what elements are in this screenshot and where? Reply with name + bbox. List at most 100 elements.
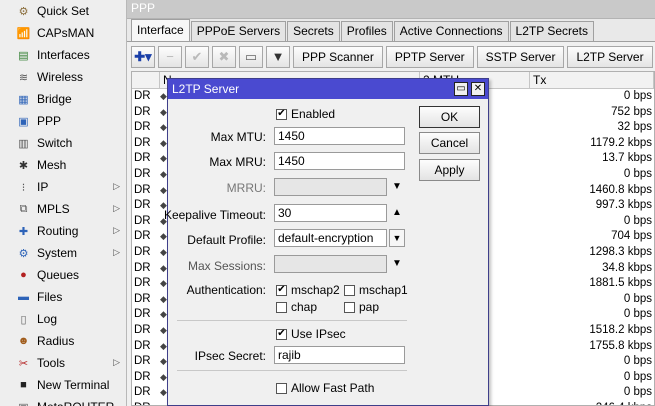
wireless-icon: ≋ [18,71,29,84]
sidebar-item-system[interactable]: ⚙ System ▷ [0,242,126,264]
pptp-server-button[interactable]: PPTP Server [385,45,474,68]
sidebar-item-label: Log [37,312,58,326]
ppp-scanner-button[interactable]: PPP Scanner [293,45,383,68]
enabled-label: Enabled [291,107,336,121]
allow-fast-path-checkbox[interactable]: Allow Fast Path [276,381,374,395]
enabled-checkbox[interactable]: ✔ Enabled [276,107,335,121]
allow-fast-path-label: Allow Fast Path [291,381,375,395]
tab-interface[interactable]: Interface [131,19,190,41]
max-sessions-dropdown-icon[interactable]: ▼ [392,258,402,269]
mrru-dropdown-icon[interactable]: ▼ [392,181,402,192]
interfaces-icon: ▤ [18,49,29,62]
tab-profiles[interactable]: Profiles [340,21,393,41]
keepalive-collapse-icon[interactable]: ▲ [392,207,402,218]
mrru-field[interactable] [274,178,387,196]
row-tx: 0 bps [623,292,652,305]
row-tx: 32 bps [617,121,652,134]
ipsec-secret-field[interactable]: rajib [274,346,405,364]
sidebar-item-metarouter[interactable]: ▣ MetaROUTER [0,396,126,406]
sidebar-item-label: Bridge [37,92,72,106]
sidebar-item-tools[interactable]: ✂ Tools ▷ [0,352,126,374]
close-icon[interactable]: ✕ [471,82,485,96]
chap-check-box [276,301,287,313]
sidebar-menu: ⚙ Quick Set 📶 CAPsMAN ▤ Interfaces ≋ Wireless ▦ B… [0,0,127,406]
submenu-arrow-icon: ▷ [113,247,120,257]
mschap1-checkbox[interactable]: mschap1 [344,283,408,297]
tx-column-header[interactable]: Tx [530,72,654,88]
comment-button[interactable]: ▭ [239,45,263,68]
sidebar-item-label: IP [37,180,49,194]
system-icon: ⚙ [18,247,29,260]
max-mtu-label: Max MTU: [210,130,266,144]
sidebar-item-switch[interactable]: ▥ Switch [0,132,126,154]
sidebar-item-ppp[interactable]: ▣ PPP [0,110,126,132]
sidebar-item-quick-set[interactable]: ⚙ Quick Set [0,0,126,22]
sidebar-item-label: Quick Set [37,4,90,18]
mrru-label: MRRU: [226,181,266,195]
sidebar-item-files[interactable]: ▬ Files [0,286,126,308]
sidebar-item-label: Radius [37,334,75,348]
row-flag: DR [134,292,151,305]
row-flag: DR [134,308,151,321]
chap-label: chap [291,300,318,314]
apply-button[interactable]: Apply [419,159,480,181]
keepalive-timeout-field[interactable]: 30 [274,204,387,222]
ppp-icon: ▣ [18,115,29,128]
sidebar-item-mpls[interactable]: ⧉ MPLS ▷ [0,198,126,220]
default-profile-dropdown-icon[interactable]: ▼ [389,229,405,247]
row-tx: 1518.2 kbps [589,323,652,336]
sidebar-item-ip[interactable]: ⁝ IP ▷ [0,176,126,198]
cancel-button[interactable]: Cancel [419,132,480,154]
sidebar-item-label: CAPsMAN [37,26,95,40]
ip-icon: ⁝ [21,181,26,194]
sidebar-item-radius[interactable]: ☻ Radius [0,330,126,352]
tab-active-connections[interactable]: Active Connections [393,21,509,41]
terminal-icon: ■ [20,379,27,391]
use-ipsec-check-box: ✔ [276,328,287,340]
mschap1-check-box [344,284,355,296]
max-mru-field[interactable]: 1450 [274,152,405,170]
max-mtu-field[interactable]: 1450 [274,127,405,145]
add-button[interactable]: ✚▾ [131,45,155,68]
dialog-title: L2TP Server [172,82,240,96]
l2tp-server-button[interactable]: L2TP Server [567,45,653,68]
row-tx: 1179.2 kbps [590,136,652,149]
quick-set-icon: ⚙ [18,5,29,18]
ok-button[interactable]: OK [419,106,480,128]
use-ipsec-checkbox[interactable]: ✔ Use IPsec [276,327,346,341]
mschap1-label: mschap1 [359,283,408,297]
capsman-icon: 📶 [16,27,31,40]
disable-button[interactable]: ✖ [212,45,236,68]
tab-pppoe-servers[interactable]: PPPoE Servers [190,21,287,41]
sidebar-item-queues[interactable]: ● Queues [0,264,126,286]
dialog-titlebar[interactable]: L2TP Server ▭ ✕ [168,79,488,99]
sidebar-item-wireless[interactable]: ≋ Wireless [0,66,126,88]
sidebar-item-new-terminal[interactable]: ■ New Terminal [0,374,126,396]
remove-button[interactable]: − [158,45,182,68]
default-profile-select[interactable]: default-encryption [274,229,387,247]
tab-l2tp-secrets[interactable]: L2TP Secrets [509,21,594,41]
sidebar-item-mesh[interactable]: ✱ Mesh [0,154,126,176]
chap-checkbox[interactable]: chap [276,300,317,314]
row-tx: 1881.5 kbps [589,277,652,290]
sidebar-item-log[interactable]: ▯ Log [0,308,126,330]
row-flag: DR [134,214,151,227]
enable-button[interactable]: ✔ [185,45,209,68]
pap-checkbox[interactable]: pap [344,300,379,314]
sidebar-item-routing[interactable]: ✚ Routing ▷ [0,220,126,242]
sidebar-item-capsman[interactable]: 📶 CAPsMAN [0,22,126,44]
sidebar-item-label: Routing [37,224,79,238]
max-sessions-field[interactable] [274,255,387,273]
mschap2-checkbox[interactable]: ✔ mschap2 [276,283,340,297]
switch-icon: ▥ [18,137,29,150]
sidebar-item-label: Queues [37,268,80,282]
sstp-server-button[interactable]: SSTP Server [476,45,565,68]
row-tx: 0 bps [623,167,652,180]
restore-icon[interactable]: ▭ [454,82,468,96]
mesh-icon: ✱ [18,159,29,172]
sidebar-item-bridge[interactable]: ▦ Bridge [0,88,126,110]
tab-secrets[interactable]: Secrets [287,21,340,41]
filter-button[interactable]: ▼ [266,45,290,68]
sidebar-item-interfaces[interactable]: ▤ Interfaces [0,44,126,66]
filter-icon: ▼ [271,49,285,64]
